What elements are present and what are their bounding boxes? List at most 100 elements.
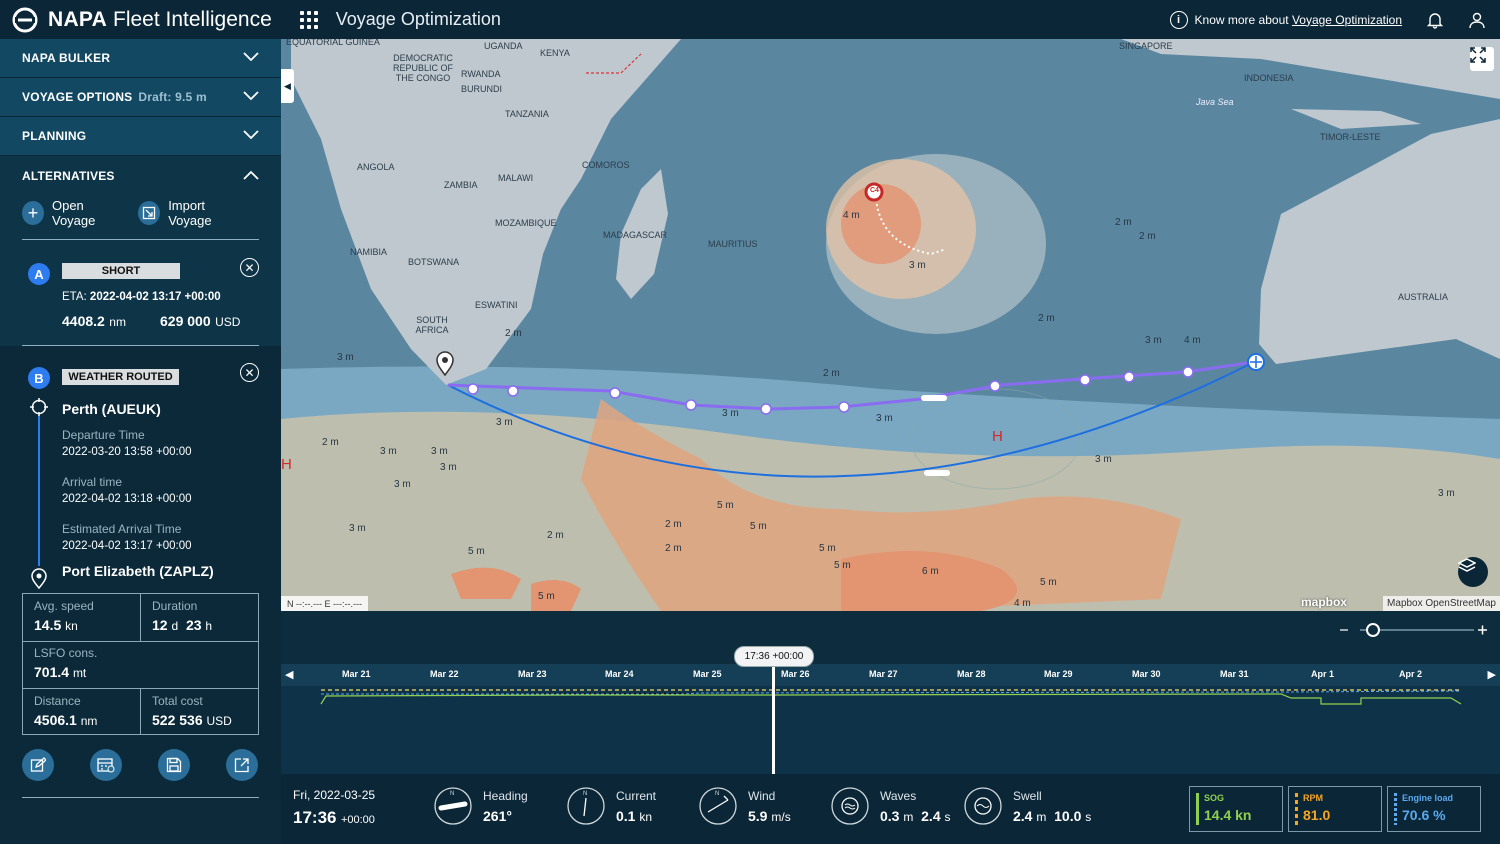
timeline-zoom-slider[interactable] [1338,621,1488,639]
section-alternatives[interactable]: ALTERNATIVES [0,156,281,195]
close-icon[interactable]: ✕ [240,258,259,277]
napa-logo[interactable]: NAPA Fleet Intelligence [12,7,272,33]
edit-button[interactable] [22,749,54,781]
svg-text:N: N [450,791,454,797]
timeline-chart[interactable] [281,686,1500,774]
heading-value: 261° [483,807,512,824]
sog-kpi: SOG 14.4 kn [1189,786,1283,832]
timeline-day-axis: ◀ ▶ Mar 21 Mar 22 Mar 23 Mar 24 Mar 25 M… [281,664,1500,686]
alternative-b-tag: WEATHER ROUTED [62,369,179,385]
section-napa-bulker[interactable]: NAPA BULKER [0,39,281,78]
timeline-next-icon[interactable]: ▶ [1488,668,1496,681]
map-label: AUSTRALIA [1398,292,1449,302]
timeline-day-label: Mar 25 [693,669,722,679]
map-label: KENYA [540,48,570,58]
map-label: BOTSWANA [408,257,460,267]
wave-label: 5 m [750,521,767,532]
timeline-day-label: Mar 28 [957,669,986,679]
calendar-cost-icon [97,758,115,773]
wave-label: 5 m [1040,577,1057,588]
wave-label: 4 m [1184,335,1201,346]
waves-period: 2.4 [921,807,941,824]
collapse-sidebar-button[interactable]: ◀ [281,69,294,103]
engine-load-kpi: Engine load 70.6 % [1387,786,1481,832]
fullscreen-icon[interactable] [1470,47,1494,71]
wave-label: 5 m [819,543,836,554]
voyage-stats: Avg. speed 14.5 kn Duration 12 d 23 h LSFO… [22,593,259,735]
route-timeline-line [30,398,48,590]
layers-icon[interactable] [1458,557,1488,587]
map-label: INDONESIA [1244,73,1294,83]
alternative-b-card[interactable]: B WEATHER ROUTED ✕ Perth (AUEUK) Departu… [0,346,281,801]
map-attribution[interactable]: Mapbox OpenStreetMap [1383,596,1500,611]
app-grid-icon[interactable] [299,10,318,29]
avg-speed-stat: Avg. speed 14.5 kn [34,599,94,633]
eta-value: 2022-04-02 13:17 +00:00 [89,291,221,303]
svg-text:N: N [715,791,719,797]
cyclone-category: C4 [870,187,879,194]
map-label: MAURITIUS [708,239,758,249]
section-planning[interactable]: PLANNING [0,117,281,156]
timeline-day-label: Apr 2 [1399,669,1423,679]
wave-label: 2 m [665,519,682,530]
chevron-down-icon [243,51,259,65]
chevron-down-icon [243,129,259,143]
swell-instrument: Swell 2.4 m 10.0 s [963,786,1091,826]
duration-stat: Duration 12 d 23 h [152,599,213,633]
timeline-day-label: Mar 22 [430,669,459,679]
section-voyage-options[interactable]: VOYAGE OPTIONS Draft: 9.5 m [0,78,281,117]
swell-period: 10.0 [1054,807,1082,824]
wave-label: 6 m [922,566,939,577]
wave-label: 3 m [440,462,457,473]
timeline-cursor-time[interactable]: 17:36 +00:00 [734,646,814,667]
bell-icon[interactable] [1426,11,1444,29]
wave-label: 2 m [1115,217,1132,228]
timeline-cursor[interactable] [772,667,775,774]
wave-label: 2 m [1038,313,1055,324]
current-date: Fri, 2022-03-25 [293,788,376,802]
current-value: 0.1 [616,807,636,824]
map-view[interactable]: EQUATORIAL GUINEA UGANDA KENYA DEMOCRATI… [281,39,1500,611]
waves-instrument: Waves 0.3 m 2.4 s [830,786,951,826]
save-icon [166,757,182,773]
timeline-day-label: Mar 31 [1220,669,1249,679]
wave-label: 5 m [717,500,734,511]
map-label: DEMOCRATIC REPUBLIC OF THE CONGO [393,53,454,83]
export-button[interactable] [226,749,258,781]
wave-label: 2 m [547,530,564,541]
svg-text:N: N [583,791,587,797]
map-label: Java Sea [1196,97,1234,107]
total-cost-stat: Total cost 522 536 USD [152,694,232,728]
wave-label: 3 m [1095,454,1112,465]
map-label: ESWATINI [475,300,518,310]
schedule-cost-button[interactable] [90,749,122,781]
timeline-day-label: Mar 30 [1132,669,1161,679]
open-voyage-button[interactable]: + Open Voyage [22,198,124,228]
export-icon [234,758,249,773]
timeline-day-label: Mar 21 [342,669,371,679]
wave-label: 4 m [843,210,860,221]
wave-label: 5 m [834,560,851,571]
wave-label: 3 m [349,523,366,534]
swell-height: 2.4 [1013,807,1033,824]
import-voyage-button[interactable]: Import Voyage [138,198,245,228]
know-more-link[interactable]: Voyage Optimization [1292,13,1402,27]
heading-instrument: N Heading 261° [433,786,528,826]
info-icon: i [1169,10,1188,29]
close-icon[interactable]: ✕ [240,363,259,382]
estimated-arrival-time: 2022-04-02 13:17 +00:00 [62,540,192,552]
timeline-prev-icon[interactable]: ◀ [285,668,293,681]
wave-label: 5 m [468,546,485,557]
timeline-day-label: Mar 23 [518,669,547,679]
map-label: MOZAMBIQUE [495,218,557,228]
user-icon[interactable] [1468,11,1486,29]
distance-stat: Distance 4506.1 nm [34,694,98,728]
brand-name: NAPA Fleet Intelligence [48,7,272,31]
wave-label: 3 m [394,479,411,490]
alternative-a-card[interactable]: A SHORT ✕ ETA: 2022-04-02 13:17 +00:00 4… [0,240,281,345]
wave-label: 2 m [505,328,522,339]
map-label: SOUTH AFRICA [415,315,449,335]
sidebar: NAPA BULKER VOYAGE OPTIONS Draft: 9.5 m P… [0,39,281,801]
alternative-b-badge: B [28,367,50,389]
save-button[interactable] [158,749,190,781]
